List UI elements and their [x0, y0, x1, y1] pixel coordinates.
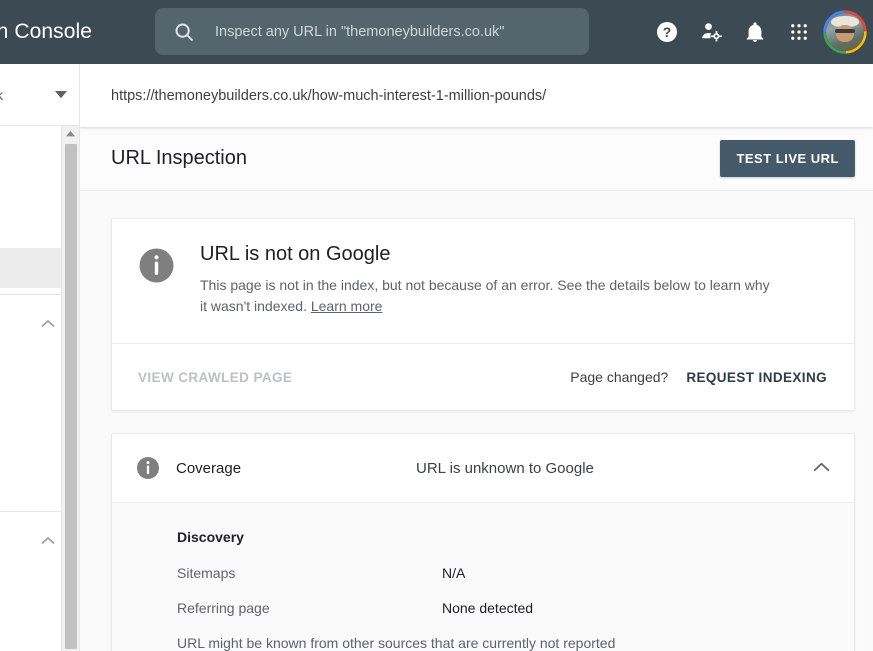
main-content: URL Inspection TEST LIVE URL URL is not … — [80, 127, 873, 651]
discovery-key: Sitemaps — [177, 565, 236, 581]
page-changed-label: Page changed? — [570, 369, 669, 385]
svg-text:?: ? — [663, 24, 672, 40]
coverage-card-header[interactable]: Coverage URL is unknown to Google — [112, 434, 854, 502]
notifications-bell-icon[interactable] — [733, 10, 777, 54]
info-icon — [138, 243, 176, 317]
url-status-body: URL is not on Google This page is not in… — [112, 219, 854, 343]
chevron-up-icon[interactable] — [813, 459, 830, 477]
view-crawled-page-button: VIEW CRAWLED PAGE — [138, 369, 293, 385]
chevron-up-icon — [41, 532, 55, 550]
app-header: ch Console Inspect any URL in "themoneyb… — [0, 0, 873, 64]
url-inspect-search-box[interactable]: Inspect any URL in "themoneybuilders.co.… — [155, 8, 589, 55]
url-status-title: URL is not on Google — [200, 243, 391, 265]
coverage-discovery-section: Discovery Sitemaps N/A Referring page No… — [112, 502, 854, 651]
url-status-description: This page is not in the index, but not b… — [200, 275, 780, 317]
discovery-row: Referring page None detected — [177, 600, 830, 616]
inspected-url-text: https://themoneybuilders.co.uk/how-much-… — [111, 87, 547, 104]
coverage-label: Coverage — [176, 459, 242, 477]
help-icon[interactable]: ? — [645, 10, 689, 54]
search-input[interactable]: Inspect any URL in "themoneybuilders.co.… — [215, 24, 504, 40]
search-icon — [173, 21, 195, 43]
learn-more-link[interactable]: Learn more — [311, 298, 383, 314]
avatar[interactable] — [823, 10, 867, 54]
discovery-value: N/A — [442, 565, 466, 581]
test-live-url-button[interactable]: TEST LIVE URL — [720, 140, 855, 177]
property-selector[interactable]: k — [0, 64, 79, 126]
page-title: URL Inspection — [111, 147, 247, 169]
account-settings-icon[interactable] — [689, 10, 733, 54]
request-indexing-group: Page changed? REQUEST INDEXING — [570, 369, 827, 385]
url-status-actions: VIEW CRAWLED PAGE Page changed? REQUEST … — [112, 343, 854, 410]
discovery-value: None detected — [442, 600, 534, 616]
chevron-up-icon — [41, 315, 55, 333]
discovery-note: URL might be known from other sources th… — [177, 635, 616, 651]
url-status-card: URL is not on Google This page is not in… — [111, 218, 855, 411]
scroll-up-arrow-icon[interactable] — [62, 126, 79, 142]
avatar-photo — [826, 13, 864, 51]
inspected-url-bar: https://themoneybuilders.co.uk/how-much-… — [80, 64, 873, 127]
url-status-text-block: URL is not on Google This page is not in… — [200, 243, 792, 317]
discovery-row: Sitemaps N/A — [177, 565, 830, 581]
apps-grid-icon[interactable] — [777, 10, 821, 54]
page-toolbar: URL Inspection TEST LIVE URL — [80, 127, 873, 191]
sidebar: k — [0, 64, 80, 651]
discovery-title: Discovery — [177, 529, 244, 545]
discovery-key: Referring page — [177, 600, 270, 616]
request-indexing-button[interactable]: REQUEST INDEXING — [686, 370, 827, 385]
property-selector-label: k — [0, 87, 3, 103]
coverage-card: Coverage URL is unknown to Google Discov… — [111, 433, 855, 651]
url-status-description-text: This page is not in the index, but not b… — [200, 277, 770, 314]
app-brand-title: ch Console — [0, 20, 93, 43]
coverage-value: URL is unknown to Google — [416, 459, 594, 477]
scrollbar-thumb[interactable] — [65, 144, 77, 649]
header-icon-group: ? — [645, 0, 873, 64]
cards-container: URL is not on Google This page is not in… — [80, 191, 873, 651]
chevron-down-icon — [55, 86, 67, 104]
sidebar-scrollbar[interactable] — [61, 126, 79, 651]
info-icon — [136, 456, 162, 480]
